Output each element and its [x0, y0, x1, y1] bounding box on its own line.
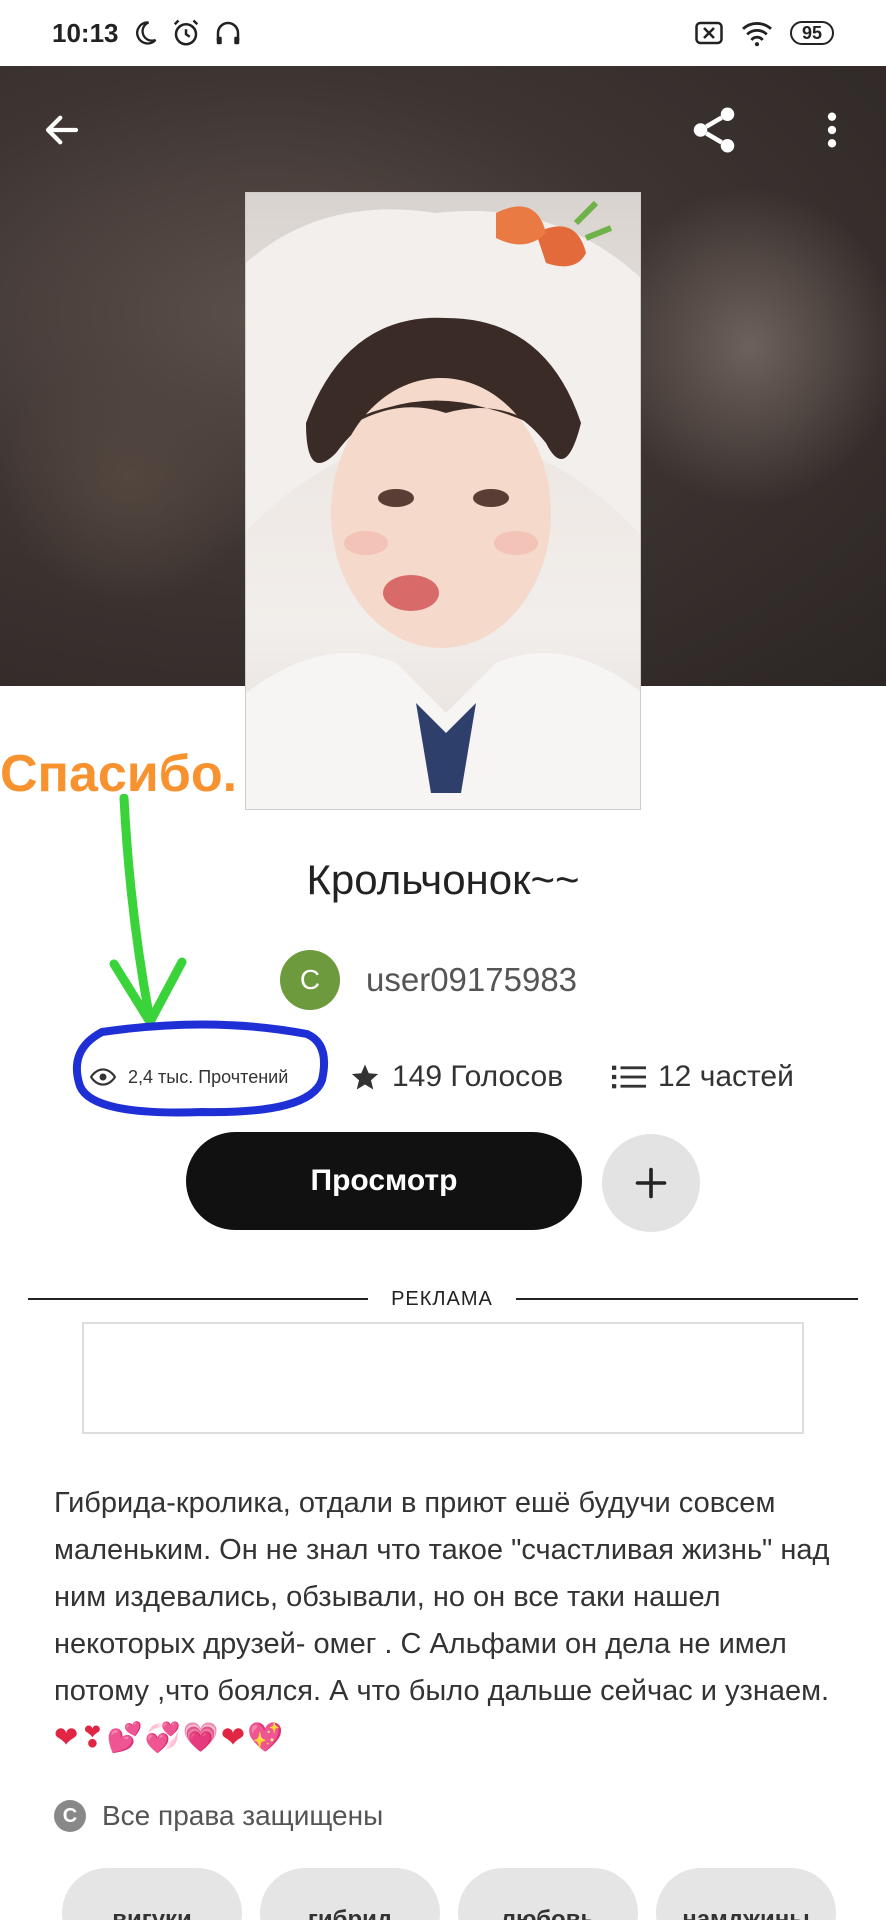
plus-icon: [635, 1167, 667, 1199]
copyright-label: Все права защищены: [102, 1800, 384, 1831]
list-icon: [612, 1065, 646, 1089]
wifi-icon: [742, 22, 772, 47]
green-arrow-annotation: [109, 794, 187, 1027]
add-to-library-button[interactable]: [602, 1134, 700, 1232]
cover-illustration: [246, 200, 640, 809]
battery-icon: 95: [789, 21, 834, 45]
tag-chip[interactable]: любовь: [458, 1868, 638, 1920]
sim-x-icon: [695, 21, 723, 45]
reads-count: 2,4 тыс. Прочтений: [128, 1066, 289, 1087]
ad-divider-left: [28, 1298, 368, 1300]
back-button[interactable]: [30, 98, 94, 162]
parts-count[interactable]: 12 частей: [658, 1060, 794, 1094]
votes-count: 149 Голосов: [392, 1060, 564, 1093]
tag-chip[interactable]: намджины: [656, 1868, 836, 1920]
tag-list: вигуки гибрид любовь намджины: [62, 1868, 836, 1920]
share-button[interactable]: [682, 98, 746, 162]
description-text: Гибрида-кролика, отдали в приют ешё буду…: [54, 1487, 830, 1707]
story-title: Крольчонок~~: [306, 856, 580, 903]
ad-banner[interactable]: [82, 1322, 804, 1434]
author-name[interactable]: user09175983: [366, 961, 577, 999]
share-icon: [693, 107, 735, 153]
headphones-icon: [216, 21, 239, 45]
more-vertical-icon: [827, 112, 837, 148]
moon-icon: [135, 21, 156, 45]
ad-label: РЕКЛАМА: [391, 1288, 493, 1310]
story-description: Гибрида-кролика, отдали в приют ешё буду…: [54, 1480, 844, 1762]
avatar[interactable]: C: [280, 950, 340, 1010]
reads-stat: 2,4 тыс. Прочтений: [90, 1055, 288, 1099]
eye-icon: [90, 1068, 116, 1086]
view-button[interactable]: Просмотр: [186, 1132, 582, 1230]
star-icon: [351, 1064, 379, 1090]
arrow-left-icon: [45, 115, 79, 145]
votes-stat: 149 Голосов: [350, 1055, 563, 1099]
more-options-button[interactable]: [800, 98, 864, 162]
tag-chip[interactable]: вигуки: [62, 1868, 242, 1920]
status-bar: 10:13 95: [0, 0, 886, 66]
tag-chip[interactable]: гибрид: [260, 1868, 440, 1920]
parts-stat[interactable]: 12 частей: [612, 1055, 794, 1099]
copyright-row: C Все права защищены: [54, 1800, 383, 1832]
author-row[interactable]: C user09175983: [280, 950, 577, 1010]
status-time: 10:13: [52, 17, 119, 48]
alarm-icon: [173, 19, 198, 46]
copyright-icon: C: [54, 1800, 86, 1832]
ad-divider-right: [516, 1298, 858, 1300]
heart-emojis: ❤❣💕💞💗❤💖: [54, 1722, 286, 1754]
story-cover-image[interactable]: [245, 192, 641, 810]
